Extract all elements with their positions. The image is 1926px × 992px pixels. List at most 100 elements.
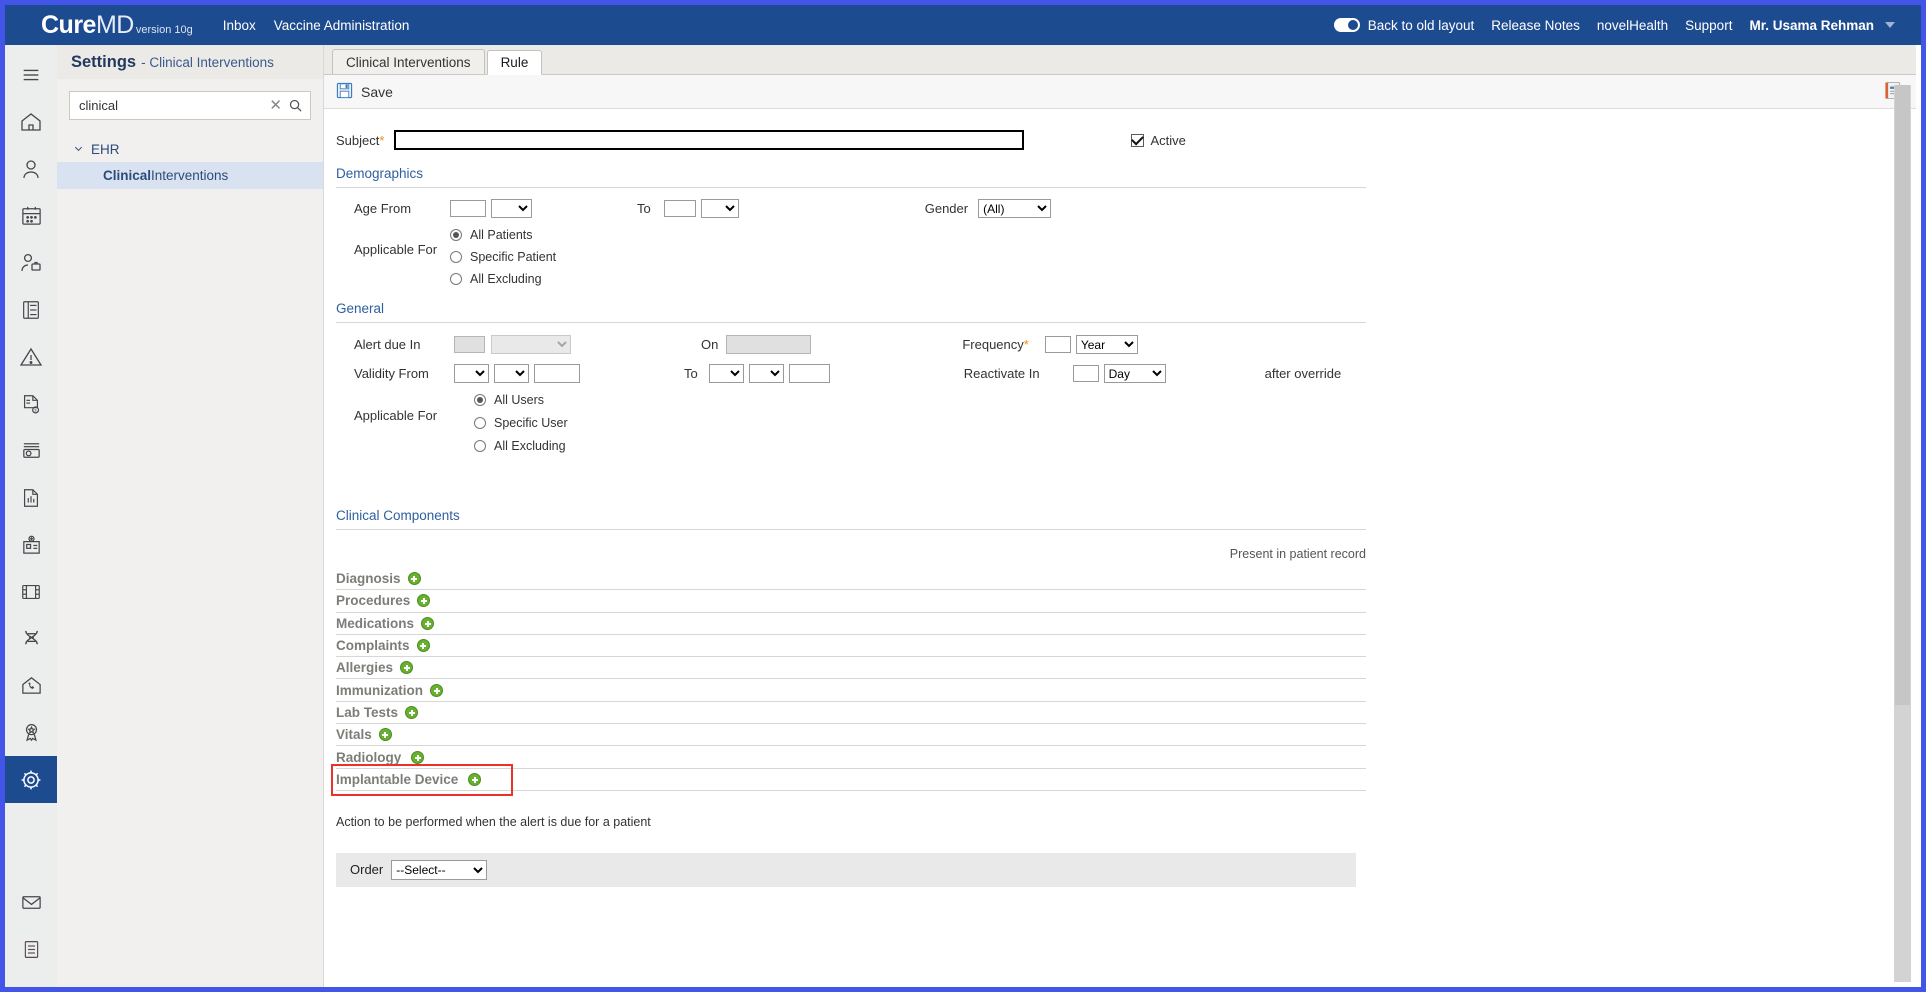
active-checkbox[interactable] — [1131, 133, 1145, 147]
sidebar-item-telehealth[interactable] — [5, 662, 57, 709]
settings-search-box[interactable]: ✕ — [69, 91, 311, 120]
add-plus-icon[interactable] — [468, 772, 482, 786]
sidebar-item-genomics[interactable] — [5, 615, 57, 662]
component-row-vitals[interactable]: Vitals — [336, 724, 1366, 747]
sidebar-item-billing[interactable]: $ — [5, 380, 57, 427]
add-plus-icon[interactable] — [400, 661, 414, 675]
sidebar-item-mail[interactable] — [5, 879, 57, 926]
component-row-diagnosis[interactable]: Diagnosis — [336, 568, 1366, 591]
validity-to-month-select[interactable] — [708, 364, 744, 383]
sidebar-item-quality[interactable] — [5, 709, 57, 756]
on-date-input[interactable] — [726, 335, 812, 354]
user-menu-name[interactable]: Mr. Usama Rehman — [1749, 18, 1874, 33]
radio-button-icon[interactable] — [474, 439, 486, 452]
app-frame: Cure MD version 10g Inbox Vaccine Administ… — [0, 0, 1926, 992]
component-row-allergies[interactable]: Allergies — [336, 657, 1366, 680]
order-select[interactable]: --Select-- — [391, 859, 488, 880]
age-to-input[interactable] — [663, 200, 696, 217]
add-plus-icon[interactable] — [421, 616, 435, 630]
save-button[interactable]: Save — [336, 82, 393, 102]
main-content-area: Clinical Interventions Rule Save Subject… — [324, 45, 1916, 987]
frequency-unit-select[interactable]: Year — [1075, 335, 1138, 354]
add-plus-icon[interactable] — [378, 728, 392, 742]
vertical-scrollbar[interactable] — [1894, 85, 1911, 982]
alert-due-in-unit-select[interactable] — [491, 335, 571, 354]
nav-link-inbox[interactable]: Inbox — [223, 18, 256, 33]
sidebar-item-media[interactable] — [5, 568, 57, 615]
component-row-radiology[interactable]: Radiology — [336, 746, 1366, 769]
reactivate-in-label: Reactivate In — [963, 366, 1040, 381]
age-from-input[interactable] — [450, 200, 486, 217]
add-plus-icon[interactable] — [407, 572, 421, 586]
nav-link-novelhealth[interactable]: novelHealth — [1597, 18, 1668, 33]
nav-link-support[interactable]: Support — [1685, 18, 1732, 33]
app-logo[interactable]: Cure MD version 10g — [5, 11, 193, 40]
sidebar-item-alerts[interactable] — [5, 333, 57, 380]
clear-search-icon[interactable]: ✕ — [263, 98, 288, 113]
back-to-old-layout-toggle[interactable]: Back to old layout — [1333, 18, 1475, 33]
sidebar-item-reports[interactable] — [5, 474, 57, 521]
radio-all-patients[interactable]: All Patients — [450, 227, 556, 242]
subject-input[interactable] — [394, 130, 1025, 150]
reactivate-in-unit-select[interactable]: Day — [1103, 364, 1166, 383]
radio-button-icon[interactable] — [450, 250, 462, 263]
nav-link-vaccine-administration[interactable]: Vaccine Administration — [274, 18, 410, 33]
sidebar-item-calendar[interactable] — [5, 192, 57, 239]
age-to-unit-select[interactable] — [700, 199, 739, 218]
radio-specific-patient[interactable]: Specific Patient — [450, 249, 556, 264]
radio-all-excluding-users[interactable]: All Excluding — [474, 438, 568, 453]
radio-button-icon[interactable] — [450, 228, 462, 241]
section-divider — [336, 187, 1366, 188]
toggle-switch-icon[interactable] — [1333, 18, 1360, 32]
nav-link-release-notes[interactable]: Release Notes — [1491, 18, 1580, 33]
component-label: Lab Tests — [336, 704, 399, 720]
chevron-down-icon[interactable] — [1885, 22, 1895, 28]
sidebar-item-home[interactable] — [5, 98, 57, 145]
add-plus-icon[interactable] — [417, 594, 431, 608]
component-row-medications[interactable]: Medications — [336, 613, 1366, 635]
radio-specific-user[interactable]: Specific User — [474, 415, 568, 430]
sidebar-item-settings[interactable] — [5, 756, 57, 803]
radio-button-icon[interactable] — [474, 416, 486, 429]
search-icon[interactable] — [288, 98, 303, 113]
sidebar-item-clinical-interventions[interactable]: Clinical Interventions — [57, 162, 323, 189]
component-row-procedures[interactable]: Procedures — [336, 590, 1366, 613]
sidebar-item-payments[interactable] — [5, 427, 57, 474]
tree-group-ehr[interactable]: EHR — [57, 136, 323, 162]
back-to-old-layout-label[interactable]: Back to old layout — [1368, 18, 1475, 33]
gender-select[interactable]: (All) — [978, 199, 1052, 218]
radio-all-excluding-patients[interactable]: All Excluding — [450, 271, 556, 286]
validity-from-day-select[interactable] — [494, 364, 529, 383]
component-row-immunization[interactable]: Immunization — [336, 679, 1366, 702]
radio-button-icon[interactable] — [450, 272, 462, 285]
add-plus-icon[interactable] — [416, 639, 430, 653]
reactivate-in-input[interactable] — [1072, 365, 1099, 382]
validity-to-year-input[interactable] — [788, 364, 830, 383]
age-from-unit-select[interactable] — [491, 199, 532, 218]
validity-from-year-input[interactable] — [534, 364, 580, 383]
radio-all-users[interactable]: All Users — [474, 392, 568, 407]
add-plus-icon[interactable] — [430, 683, 443, 697]
sidebar-item-facility[interactable] — [5, 521, 57, 568]
alert-due-in-input[interactable] — [454, 336, 485, 353]
frequency-input[interactable] — [1044, 336, 1071, 353]
active-checkbox-group[interactable]: Active — [1131, 133, 1186, 148]
hamburger-menu-icon[interactable] — [5, 51, 57, 98]
sidebar-item-records[interactable] — [5, 286, 57, 333]
top-nav-links-left: Inbox Vaccine Administration — [223, 18, 410, 33]
validity-to-day-select[interactable] — [748, 364, 784, 383]
tab-clinical-interventions[interactable]: Clinical Interventions — [332, 49, 485, 74]
search-input[interactable] — [77, 92, 264, 119]
add-plus-icon[interactable] — [405, 705, 419, 719]
component-row-lab-tests[interactable]: Lab Tests — [336, 702, 1366, 725]
component-row-implantable-device[interactable]: Implantable Device — [331, 763, 1366, 796]
sidebar-item-notes[interactable] — [5, 926, 57, 973]
sidebar-item-patient[interactable] — [5, 145, 57, 192]
sidebar-item-provider[interactable] — [5, 239, 57, 286]
validity-from-month-select[interactable] — [454, 364, 489, 383]
tab-rule[interactable]: Rule — [486, 50, 543, 75]
scrollbar-thumb[interactable] — [1895, 85, 1910, 705]
component-row-complaints[interactable]: Complaints — [336, 635, 1366, 658]
add-plus-icon[interactable] — [411, 750, 425, 764]
radio-button-icon[interactable] — [474, 393, 486, 406]
